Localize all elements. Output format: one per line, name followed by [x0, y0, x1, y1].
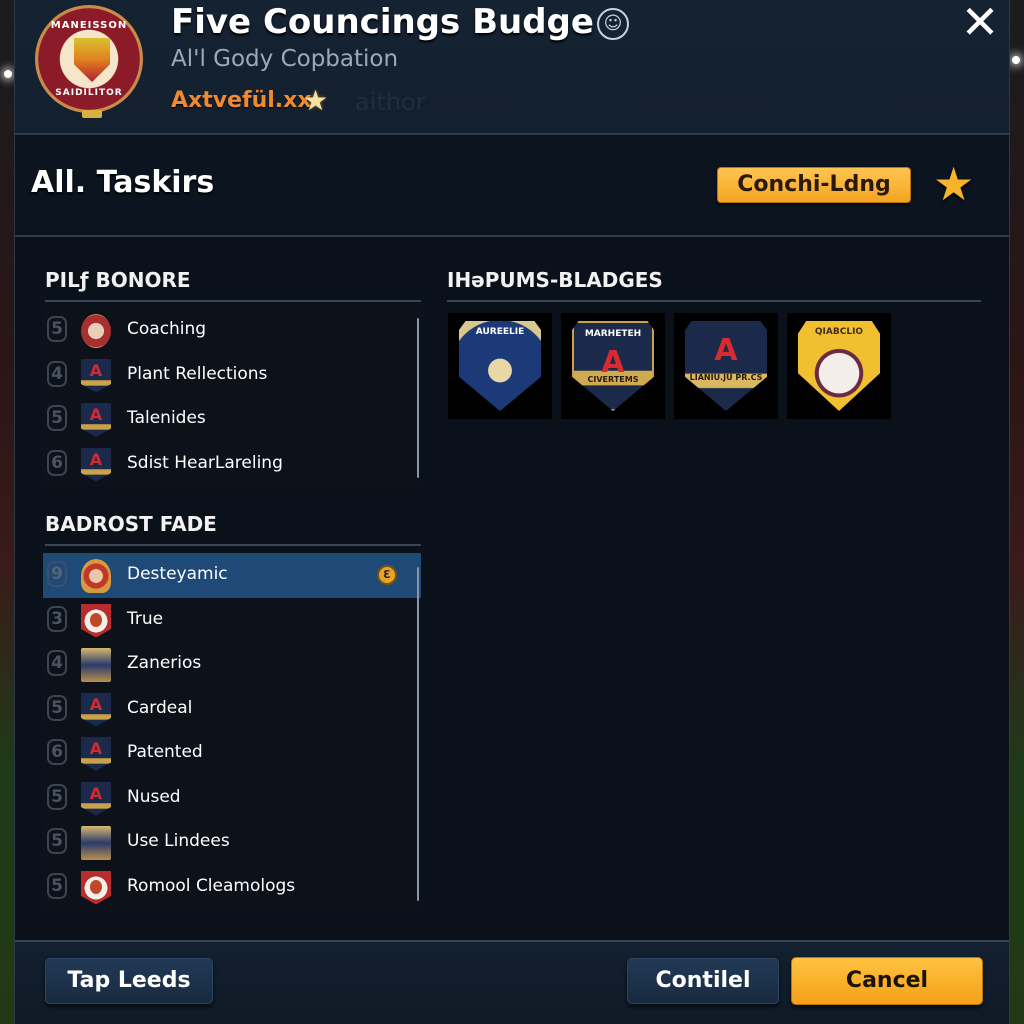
- group2-list: 9 Desteуamic Ɛ 3 True 4 Zanerios 5 Carde…: [43, 553, 421, 911]
- eagle-badge-icon: AUREELIE: [459, 321, 541, 411]
- rank-badge: 4: [47, 650, 67, 676]
- team-badge-icon: [81, 648, 111, 682]
- star-icon: ★: [303, 84, 329, 117]
- rank-badge: 5: [47, 405, 67, 431]
- item-label: Coaching: [127, 319, 207, 339]
- team-badge-icon: [81, 692, 111, 727]
- rank-badge: 5: [47, 783, 67, 810]
- item-label: Use Lindees: [127, 831, 230, 851]
- team-badge-icon: [81, 314, 111, 348]
- badge-band-text: LIANIU.JU PR.CS: [689, 373, 763, 382]
- close-button[interactable]: ✕: [957, 0, 1003, 46]
- badge-caption: QIABCLIO: [814, 327, 864, 337]
- item-label: Plant Rellections: [127, 363, 268, 384]
- badge-letter: A: [714, 333, 738, 368]
- modal-subtitle: Al'l Gody Copbation: [171, 46, 399, 72]
- team-badge-icon: [81, 559, 111, 593]
- team-badge-icon: [81, 358, 111, 393]
- group1-list: 5 Coaching 4 Plant Rellections 5 Talenid…: [43, 308, 421, 486]
- rank-badge: 4: [47, 360, 67, 387]
- ghost-author-text: aithor: [355, 88, 426, 116]
- continue-button[interactable]: Contilel: [627, 958, 779, 1004]
- letter-a-badge-icon: A LIANIU.JU PR.CS: [685, 321, 767, 411]
- rank-badge: 5: [47, 694, 67, 721]
- team-badge-icon: [81, 403, 111, 437]
- list-item[interactable]: 3 True: [43, 598, 421, 643]
- rank-badge: 6: [47, 449, 67, 476]
- badge-caption: AUREELIE: [475, 327, 525, 337]
- stadium-light: [4, 70, 12, 78]
- group2-heading: BADROST FADE: [45, 512, 421, 546]
- person-badge-icon[interactable]: ☺: [597, 8, 629, 40]
- list-item[interactable]: 6 Sdist HearLareling: [43, 442, 421, 487]
- badge-band-text: CIVERTEMS: [587, 375, 639, 384]
- favorite-star-icon[interactable]: ★: [933, 157, 974, 211]
- rank-badge: 5: [47, 872, 67, 899]
- cancel-button[interactable]: Cancel: [791, 957, 983, 1005]
- list-item[interactable]: 5 Romool Cleamologs: [43, 865, 421, 910]
- section-bar: All. Taskirs Conchi-Ldng ★: [15, 137, 1009, 237]
- modal-title: Five Councings Budge: [171, 2, 594, 42]
- rank-badge: 6: [47, 739, 67, 765]
- list-item[interactable]: 5 Coaching: [43, 308, 421, 353]
- crest-top-text: MANEISSON: [50, 20, 128, 31]
- item-label: Nused: [127, 786, 181, 807]
- modal-footer: Tap Leeds Contilel Cancel: [15, 940, 1009, 1024]
- tap-leeds-button[interactable]: Tap Leeds: [45, 958, 213, 1004]
- item-label: Patented: [127, 742, 203, 762]
- list-item[interactable]: 5 Talenides: [43, 397, 421, 442]
- list-item-selected[interactable]: 9 Desteуamic Ɛ: [43, 553, 421, 598]
- team-badge-icon: [81, 603, 111, 638]
- rank-badge: 5: [47, 828, 67, 854]
- stadium-background-right: [1008, 0, 1024, 1024]
- scrollbar[interactable]: [417, 567, 419, 901]
- crest-ribbon: [82, 110, 102, 118]
- badge-tile[interactable]: MARHETEH A CIVERTEMS: [561, 313, 665, 419]
- crest-bottom-text: SAIDILITOR: [55, 88, 123, 98]
- club-crest-logo: MANEISSON SAIDILITOR: [35, 5, 143, 118]
- item-label: Zanerios: [127, 653, 202, 673]
- crest-shield-icon: [74, 38, 110, 82]
- letter-a-badge-icon: MARHETEH A CIVERTEMS: [572, 321, 654, 411]
- list-item[interactable]: 6 Patented: [43, 731, 421, 776]
- list-item[interactable]: 5 Nused: [43, 776, 421, 821]
- stadium-light: [1012, 56, 1020, 64]
- badge-tile[interactable]: A LIANIU.JU PR.CS: [674, 313, 778, 419]
- rank-badge: 3: [47, 605, 67, 632]
- list-item[interactable]: 4 Zanerios: [43, 642, 421, 687]
- scrollbar[interactable]: [417, 318, 419, 478]
- team-badge-icon: [81, 737, 111, 771]
- team-badge-icon: [81, 826, 111, 860]
- item-label: Cardeal: [127, 697, 193, 718]
- badge-tile[interactable]: AUREELIE: [448, 313, 552, 419]
- item-label: Sdist HearLareling: [127, 452, 283, 473]
- close-icon: ✕: [960, 0, 1000, 49]
- badges-grid: AUREELIE MARHETEH A CIVERTEMS A LIANIU.J…: [448, 313, 891, 419]
- group1-heading: PILƒ BONORE: [45, 268, 421, 302]
- badge-tile[interactable]: QIABCLIO: [787, 313, 891, 419]
- section-title: All. Taskirs: [31, 165, 215, 200]
- badges-heading: IHəPUMS-BLADGES: [447, 268, 981, 302]
- item-label: Talenides: [127, 408, 206, 428]
- modal-header: MANEISSON SAIDILITOR Five Councings Budg…: [15, 0, 1009, 135]
- item-label: Desteуamic: [127, 564, 228, 584]
- coin-indicator-icon: Ɛ: [377, 565, 397, 585]
- badge-caption: MARHETEH: [584, 329, 642, 339]
- item-label: True: [127, 608, 164, 629]
- rank-badge: 5: [47, 316, 67, 342]
- team-badge-icon: [81, 447, 111, 482]
- gold-shield-badge-icon: QIABCLIO: [798, 321, 880, 411]
- badges-modal: MANEISSON SAIDILITOR Five Councings Budg…: [14, 0, 1010, 1024]
- item-label: Romool Cleamologs: [127, 875, 296, 896]
- list-item[interactable]: 5 Cardeal: [43, 687, 421, 732]
- list-item[interactable]: 5 Use Lindees: [43, 820, 421, 865]
- user-tag: Axtvefül.xx: [171, 88, 312, 113]
- coaching-button[interactable]: Conchi-Ldng: [717, 167, 911, 203]
- rank-badge: 9: [47, 561, 67, 587]
- team-badge-icon: [81, 781, 111, 816]
- list-item[interactable]: 4 Plant Rellections: [43, 353, 421, 398]
- team-badge-icon: [81, 870, 111, 905]
